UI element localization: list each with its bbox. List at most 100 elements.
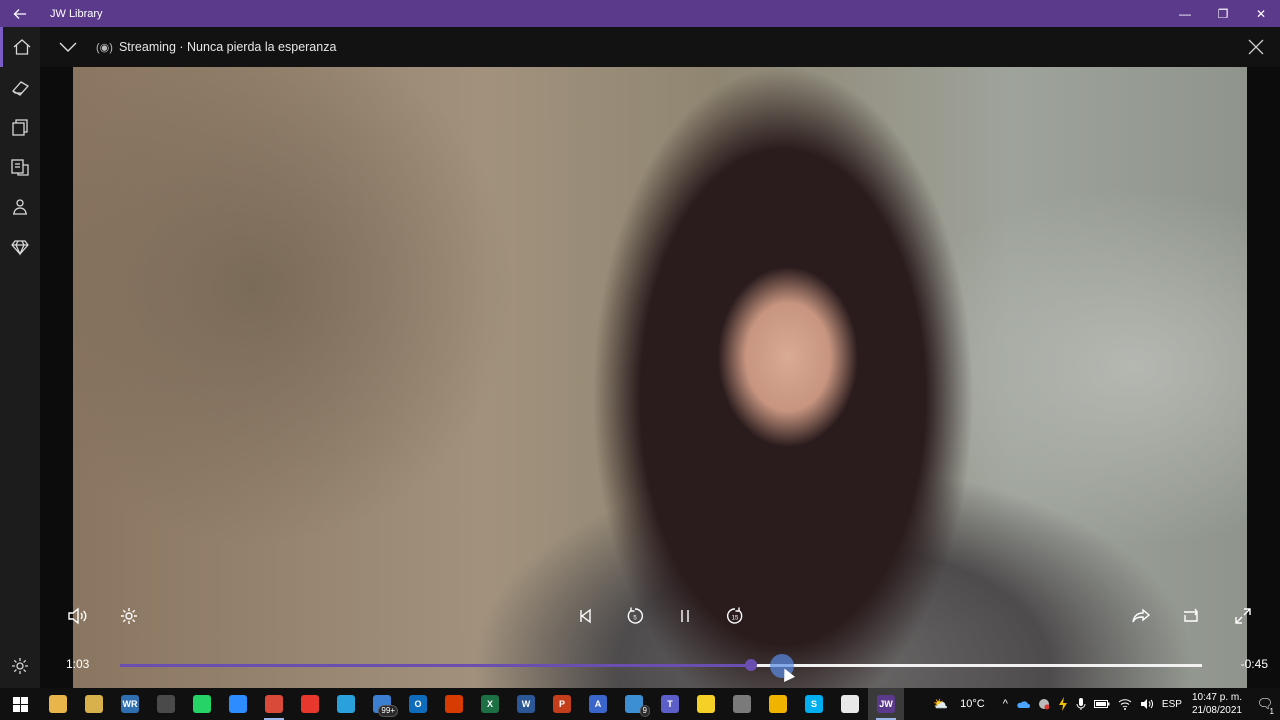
taskbar-app-azure[interactable]: A [580, 688, 616, 720]
navigation-rail [0, 27, 40, 688]
rail-item-home[interactable] [0, 27, 40, 67]
taskbar-app-teams[interactable]: T [652, 688, 688, 720]
video-title: Streaming · Nunca pierda la esperanza [118, 40, 337, 54]
rail-item-media[interactable] [0, 147, 40, 187]
taskbar-app-file-explorer[interactable] [40, 688, 76, 720]
share-button[interactable] [1126, 601, 1156, 631]
taskbar-app-telegram[interactable] [328, 688, 364, 720]
excel-icon: X [481, 695, 499, 713]
close-window-button[interactable]: ✕ [1242, 0, 1280, 27]
weather-icon[interactable]: ⛅ [933, 697, 948, 711]
taskbar-app-wr-app[interactable]: WR [112, 688, 148, 720]
taskbar-app-mail[interactable]: 99+ [364, 688, 400, 720]
wifi-icon[interactable] [1118, 698, 1132, 710]
taskbar-app-anydesk[interactable] [292, 688, 328, 720]
taskbar-app-zoom[interactable] [220, 688, 256, 720]
taskbar-app-powerpoint[interactable]: P [544, 688, 580, 720]
taskbar-app-notes[interactable]: 9 [616, 688, 652, 720]
office-icon [445, 695, 463, 713]
notification-center-button[interactable]: 🗨 1 [1250, 688, 1280, 720]
player-settings-button[interactable] [114, 601, 144, 631]
taskbar-app-network[interactable] [724, 688, 760, 720]
forward-button[interactable]: 15 [720, 601, 750, 631]
sticky-notes-icon [697, 695, 715, 713]
rail-item-bible[interactable] [0, 67, 40, 107]
window-titlebar: JW Library — ❐ ✕ [0, 0, 1280, 27]
window-title: JW Library [50, 7, 103, 20]
video-player: (◉) Streaming · Nunca pierda la esperanz… [40, 27, 1280, 688]
close-icon [1248, 39, 1264, 55]
taskbar-app-camera[interactable] [148, 688, 184, 720]
back-arrow-icon [13, 8, 26, 19]
whatsapp-icon [193, 695, 211, 713]
back-button[interactable] [0, 0, 40, 27]
taskbar-app-jw-library[interactable]: JW [868, 688, 904, 720]
input-language[interactable]: ESP [1162, 699, 1182, 710]
clock-date: 21/08/2021 [1191, 705, 1242, 716]
gear-icon [121, 608, 137, 624]
jw-library-icon: JW [877, 695, 895, 713]
media-icon [11, 159, 29, 176]
skype-icon: S [805, 695, 823, 713]
tray-chevron-icon[interactable]: ^ [1003, 698, 1008, 710]
collapse-player-button[interactable] [40, 27, 96, 67]
camera-icon [157, 695, 175, 713]
diamond-icon [11, 240, 29, 256]
store-icon [841, 695, 859, 713]
taskbar-app-excel[interactable]: X [472, 688, 508, 720]
network-icon [733, 695, 751, 713]
start-button[interactable] [0, 688, 40, 720]
taskbar-app-office[interactable] [436, 688, 472, 720]
video-frame[interactable] [73, 67, 1247, 688]
anydesk-icon [301, 695, 319, 713]
microphone-icon[interactable] [1076, 697, 1086, 711]
book-icon [11, 81, 30, 96]
streaming-icon: (◉) [96, 41, 113, 54]
rail-item-meetings[interactable] [0, 187, 40, 227]
forward-15-icon: 15 [726, 607, 743, 624]
fullscreen-button[interactable] [1228, 601, 1258, 631]
notification-count: 1 [1269, 707, 1274, 716]
rail-item-personal-study[interactable] [0, 227, 40, 267]
library-icon [12, 119, 28, 136]
seek-thumb[interactable] [744, 659, 757, 671]
taskbar-app-word[interactable]: W [508, 688, 544, 720]
outlook-icon: O [409, 695, 427, 713]
seek-progress [120, 664, 751, 667]
rewind-button[interactable]: 5 [620, 601, 650, 631]
taskbar-app-chrome[interactable] [256, 688, 292, 720]
skip-previous-icon [580, 608, 591, 624]
pause-button[interactable] [670, 601, 700, 631]
close-player-button[interactable] [1246, 37, 1266, 57]
temperature[interactable]: 10°C [960, 698, 985, 710]
battery-icon[interactable] [1093, 699, 1110, 709]
taskbar-app-skype[interactable]: S [796, 688, 832, 720]
seek-bar[interactable] [120, 654, 1202, 678]
taskbar-app-store[interactable] [832, 688, 868, 720]
file-explorer-icon [49, 695, 67, 713]
taskbar-app-power-automate[interactable] [760, 688, 796, 720]
taskbar-app-whatsapp[interactable] [184, 688, 220, 720]
onedrive-icon[interactable] [1016, 699, 1030, 709]
rail-item-publications[interactable] [0, 107, 40, 147]
taskbar-app-sticky-notes[interactable] [688, 688, 724, 720]
minimize-button[interactable]: — [1166, 0, 1204, 27]
rail-settings-button[interactable] [0, 646, 40, 686]
taskbar-app-files[interactable] [76, 688, 112, 720]
volume-button[interactable] [62, 601, 92, 631]
windows-taskbar: WR 99+ O X W P A 9 T S JW ⛅ 10°C ^ ESP 10:47 p. m.… [0, 688, 1280, 720]
power-icon[interactable] [1058, 697, 1068, 711]
clock-time: 10:47 p. m. [1191, 692, 1242, 703]
previous-button[interactable] [570, 601, 600, 631]
security-icon[interactable] [1038, 698, 1050, 710]
teams-icon: T [661, 695, 679, 713]
volume-tray-icon[interactable] [1140, 698, 1154, 710]
clock[interactable]: 10:47 p. m. 21/08/2021 [1192, 691, 1242, 717]
forward-label: 15 [732, 616, 739, 622]
taskbar-apps: WR 99+ O X W P A 9 T S JW [40, 688, 904, 720]
repeat-button[interactable] [1176, 601, 1206, 631]
player-header: (◉) Streaming · Nunca pierda la esperanz… [40, 27, 1280, 67]
maximize-button[interactable]: ❐ [1204, 0, 1242, 27]
taskbar-app-outlook[interactable]: O [400, 688, 436, 720]
chrome-icon [265, 695, 283, 713]
